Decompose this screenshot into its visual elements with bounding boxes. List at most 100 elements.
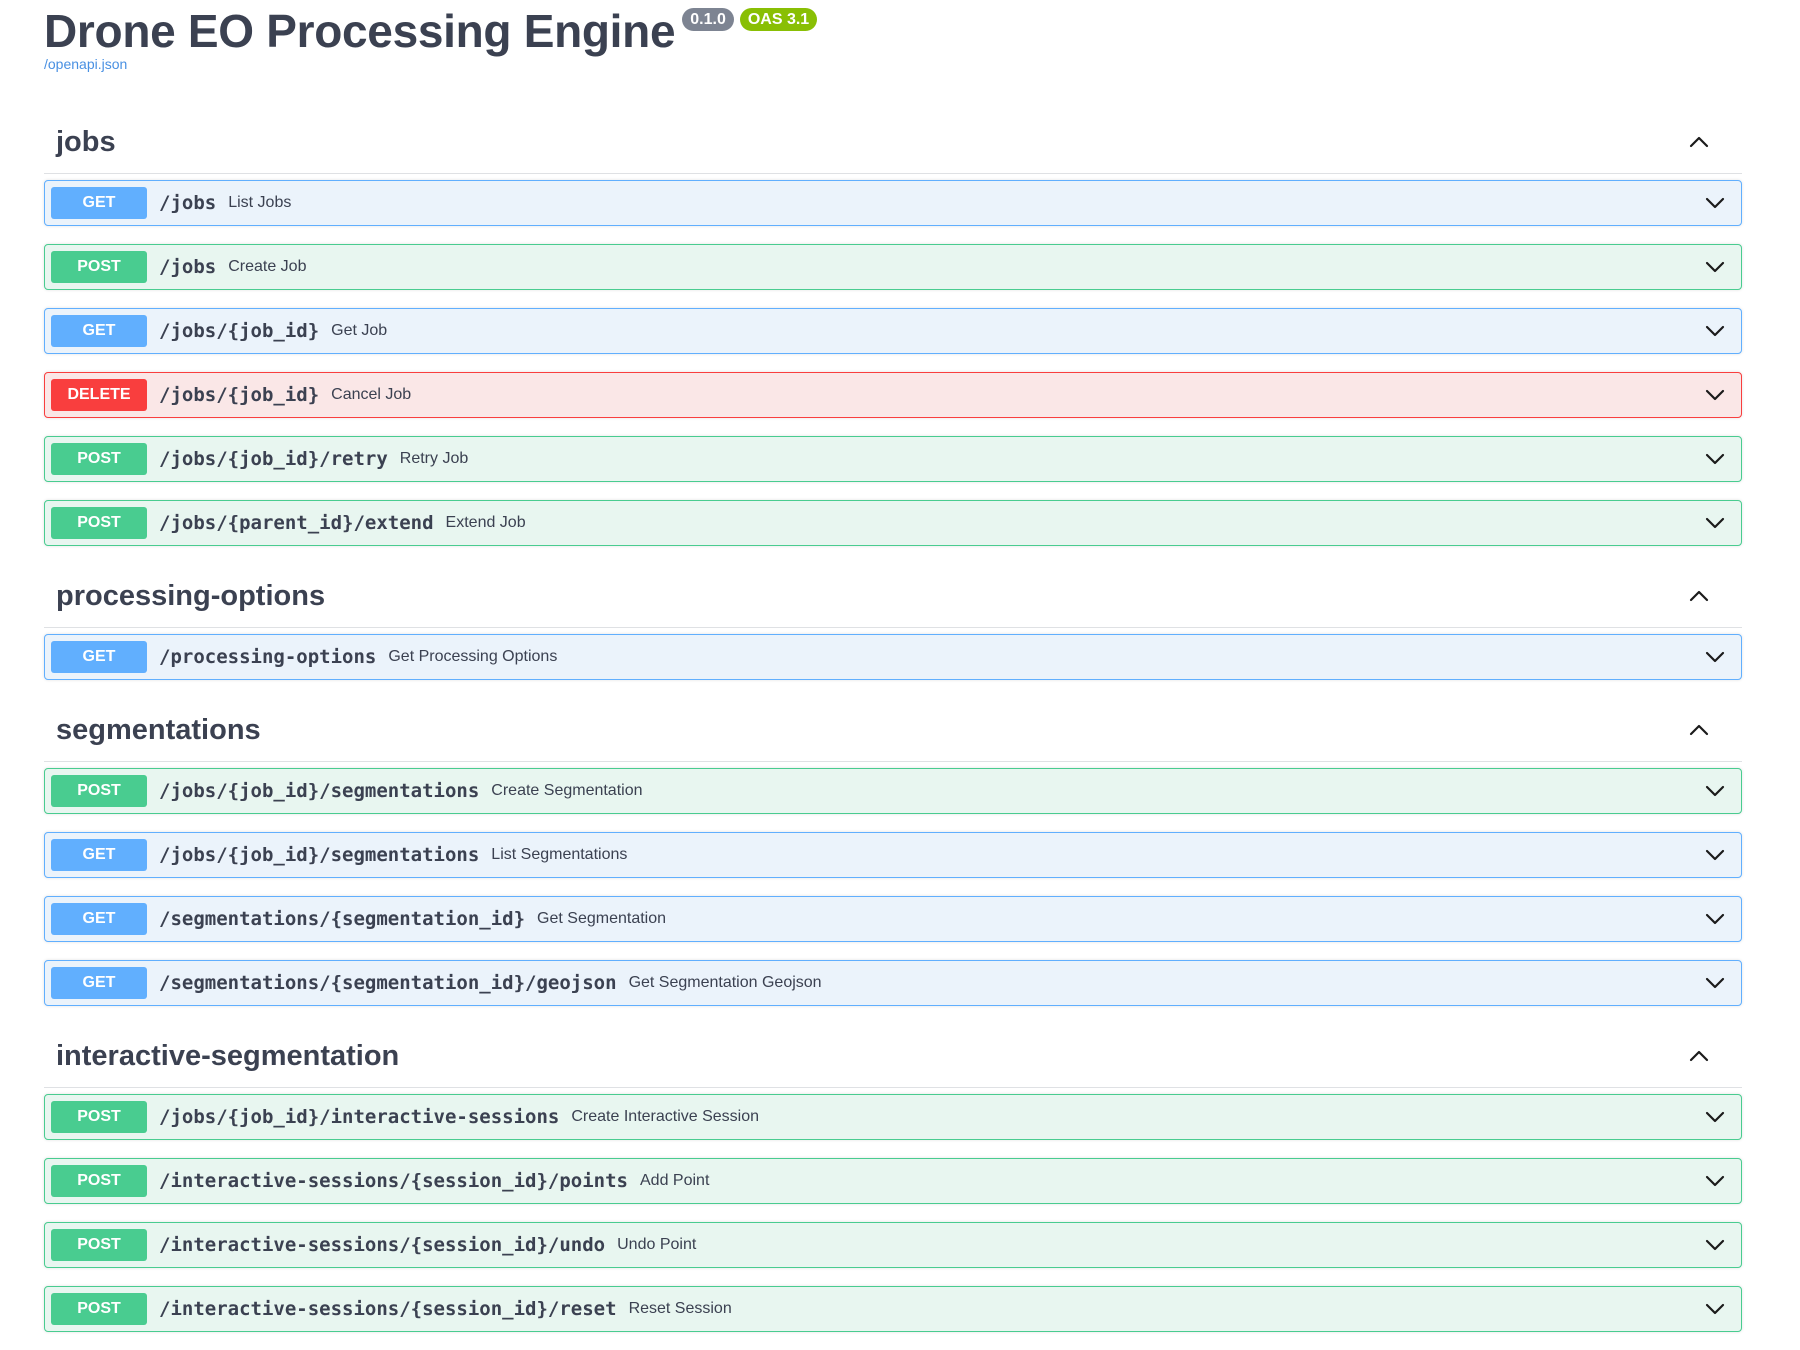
operation-get[interactable]: GET/processing-options Get Processing Opt… xyxy=(44,634,1742,680)
collapse-button[interactable] xyxy=(1685,584,1713,608)
chevron-up-icon xyxy=(1689,590,1709,602)
operation-path: /jobs/{job_id} xyxy=(159,320,320,342)
expand-operation-button[interactable] xyxy=(1701,779,1729,803)
operation-post[interactable]: POST/interactive-sessions/{session_id}/r… xyxy=(44,1286,1742,1332)
page-title: Drone EO Processing Engine xyxy=(44,5,676,57)
method-badge: GET xyxy=(51,315,147,347)
operation-summary: Get Segmentation xyxy=(537,910,667,927)
method-badge: POST xyxy=(51,251,147,283)
operation-post[interactable]: POST/jobs/{job_id}/interactive-sessions C… xyxy=(44,1094,1742,1140)
operation-summary: Create Job xyxy=(228,258,307,275)
tag-header[interactable]: segmentations xyxy=(44,698,1742,762)
operation-path: /processing-options xyxy=(159,646,377,668)
expand-operation-button[interactable] xyxy=(1701,1105,1729,1129)
tag-header[interactable]: processing-options xyxy=(44,564,1742,628)
expand-operation-button[interactable] xyxy=(1701,1169,1729,1193)
expand-operation-button[interactable] xyxy=(1701,255,1729,279)
expand-operation-button[interactable] xyxy=(1701,191,1729,215)
method-badge: POST xyxy=(51,1101,147,1133)
operation-path: /jobs/{job_id}/retry xyxy=(159,448,388,470)
method-badge: GET xyxy=(51,967,147,999)
tag-section-jobs: jobs GET/jobs List Jobs POST/jobs Create Job… xyxy=(44,110,1742,546)
operation-summary: Extend Job xyxy=(445,514,526,531)
method-badge: POST xyxy=(51,1165,147,1197)
operation-path: /segmentations/{segmentation_id}/geojson xyxy=(159,972,617,994)
operation-post[interactable]: POST/jobs Create Job xyxy=(44,244,1742,290)
operation-summary: Retry Job xyxy=(399,450,469,467)
chevron-down-icon xyxy=(1705,1111,1725,1123)
method-badge: POST xyxy=(51,507,147,539)
badges: 0.1.0 OAS 3.1 xyxy=(682,8,823,31)
expand-operation-button[interactable] xyxy=(1701,971,1729,995)
tag-section-segmentations: segmentations POST/jobs/{job_id}/segmenta… xyxy=(44,698,1742,1006)
method-badge: POST xyxy=(51,775,147,807)
operation-path: /interactive-sessions/{session_id}/reset xyxy=(159,1298,617,1320)
operation-post[interactable]: POST/jobs/{job_id}/retry Retry Job xyxy=(44,436,1742,482)
operation-post[interactable]: POST/interactive-sessions/{session_id}/u… xyxy=(44,1222,1742,1268)
method-badge: POST xyxy=(51,1229,147,1261)
expand-operation-button[interactable] xyxy=(1701,383,1729,407)
operation-path: /jobs/{job_id}/segmentations xyxy=(159,844,480,866)
operation-delete[interactable]: DELETE/jobs/{job_id} Cancel Job xyxy=(44,372,1742,418)
expand-operation-button[interactable] xyxy=(1701,1233,1729,1257)
openapi-spec-link[interactable]: /openapi.json xyxy=(44,56,127,72)
operation-post[interactable]: POST/interactive-sessions/{session_id}/p… xyxy=(44,1158,1742,1204)
chevron-up-icon xyxy=(1689,136,1709,148)
operation-get[interactable]: GET/segmentations/{segmentation_id}/geoj… xyxy=(44,960,1742,1006)
method-badge: POST xyxy=(51,443,147,475)
method-badge: GET xyxy=(51,839,147,871)
chevron-down-icon xyxy=(1705,261,1725,273)
expand-operation-button[interactable] xyxy=(1701,645,1729,669)
operation-get[interactable]: GET/jobs List Jobs xyxy=(44,180,1742,226)
chevron-down-icon xyxy=(1705,1175,1725,1187)
method-badge: GET xyxy=(51,641,147,673)
tag-name[interactable]: processing-options xyxy=(56,564,325,628)
operation-summary: Get Processing Options xyxy=(388,648,558,665)
operation-path: /jobs xyxy=(159,256,217,278)
operation-get[interactable]: GET/jobs/{job_id}/segmentations List Segm… xyxy=(44,832,1742,878)
operation-post[interactable]: POST/jobs/{job_id}/segmentations Create S… xyxy=(44,768,1742,814)
chevron-down-icon xyxy=(1705,453,1725,465)
expand-operation-button[interactable] xyxy=(1701,843,1729,867)
chevron-down-icon xyxy=(1705,913,1725,925)
chevron-down-icon xyxy=(1705,325,1725,337)
chevron-down-icon xyxy=(1705,849,1725,861)
operation-post[interactable]: POST/jobs/{parent_id}/extend Extend Job xyxy=(44,500,1742,546)
operation-summary: Reset Session xyxy=(628,1300,732,1317)
expand-operation-button[interactable] xyxy=(1701,511,1729,535)
title-row: Drone EO Processing Engine 0.1.0 OAS 3.1 xyxy=(44,4,823,58)
operation-path: /jobs xyxy=(159,192,217,214)
operation-get[interactable]: GET/segmentations/{segmentation_id} Get S… xyxy=(44,896,1742,942)
operation-path: /jobs/{parent_id}/extend xyxy=(159,512,434,534)
tag-section-processing-options: processing-options GET/processing-options… xyxy=(44,564,1742,680)
version-badge: 0.1.0 xyxy=(682,8,734,31)
tag-header[interactable]: interactive-segmentation xyxy=(44,1024,1742,1088)
collapse-button[interactable] xyxy=(1685,718,1713,742)
tag-name[interactable]: segmentations xyxy=(56,698,261,762)
swagger-ui: Drone EO Processing Engine 0.1.0 OAS 3.1… xyxy=(44,0,1742,1350)
operation-path: /interactive-sessions/{session_id}/point… xyxy=(159,1170,628,1192)
operation-get[interactable]: GET/jobs/{job_id} Get Job xyxy=(44,308,1742,354)
tag-name[interactable]: interactive-segmentation xyxy=(56,1024,399,1088)
collapse-button[interactable] xyxy=(1685,1044,1713,1068)
tag-header[interactable]: jobs xyxy=(44,110,1742,174)
oas-badge: OAS 3.1 xyxy=(739,8,818,31)
operations-list: jobs GET/jobs List Jobs POST/jobs Create Job… xyxy=(44,110,1742,1332)
tag-name[interactable]: jobs xyxy=(56,110,116,174)
expand-operation-button[interactable] xyxy=(1701,907,1729,931)
chevron-down-icon xyxy=(1705,651,1725,663)
expand-operation-button[interactable] xyxy=(1701,447,1729,471)
method-badge: GET xyxy=(51,903,147,935)
operation-path: /jobs/{job_id}/segmentations xyxy=(159,780,480,802)
operation-path: /jobs/{job_id}/interactive-sessions xyxy=(159,1106,560,1128)
operation-summary: List Jobs xyxy=(228,194,292,211)
chevron-down-icon xyxy=(1705,1239,1725,1251)
method-badge: POST xyxy=(51,1293,147,1325)
chevron-up-icon xyxy=(1689,724,1709,736)
operation-summary: Cancel Job xyxy=(331,386,412,403)
expand-operation-button[interactable] xyxy=(1701,1297,1729,1321)
chevron-down-icon xyxy=(1705,517,1725,529)
operation-summary: Create Interactive Session xyxy=(571,1108,760,1125)
expand-operation-button[interactable] xyxy=(1701,319,1729,343)
collapse-button[interactable] xyxy=(1685,130,1713,154)
